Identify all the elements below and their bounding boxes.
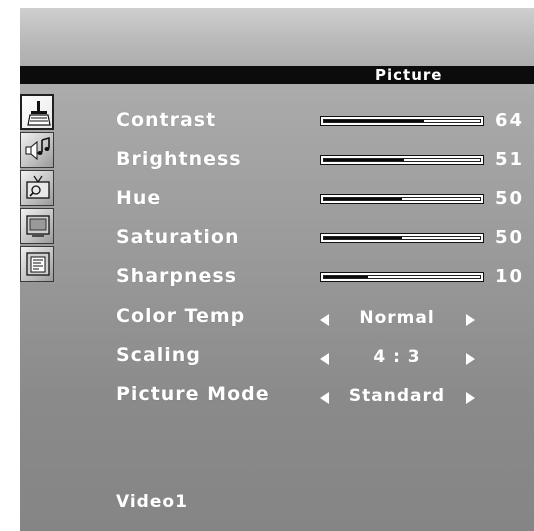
- sharpness-bar[interactable]: [320, 272, 484, 282]
- brightness-label: Brightness: [116, 148, 242, 170]
- tv-tuning-icon[interactable]: [20, 170, 54, 206]
- saturation-label: Saturation: [116, 226, 240, 248]
- hue-fill: [324, 198, 402, 200]
- picture-mode-value: Standard: [348, 386, 446, 406]
- osd-menu: Picture Contrast 64 Brightness 51 Hue 50…: [20, 8, 534, 531]
- color-temp-right-arrow-icon[interactable]: [466, 314, 475, 326]
- color-temp-left-arrow-icon[interactable]: [320, 314, 329, 326]
- scaling-value: 4 : 3: [373, 347, 421, 367]
- picture-mode-right-arrow-icon[interactable]: [466, 392, 475, 404]
- sharpness-fill: [324, 276, 368, 278]
- brightness-bar[interactable]: [320, 155, 484, 165]
- saturation-fill: [324, 237, 402, 239]
- contrast-bar[interactable]: [320, 116, 484, 126]
- picture-mode-label: Picture Mode: [116, 383, 270, 405]
- document-setup-icon[interactable]: [20, 246, 54, 282]
- contrast-label: Contrast: [116, 109, 217, 131]
- display-screen-icon[interactable]: [20, 208, 54, 244]
- sharpness-label: Sharpness: [116, 265, 238, 287]
- picture-brush-icon[interactable]: [20, 94, 54, 130]
- hue-value: 50: [495, 188, 525, 209]
- brightness-fill: [324, 159, 404, 161]
- menu-title: Picture: [375, 66, 443, 84]
- contrast-fill: [324, 120, 424, 122]
- picture-mode-left-arrow-icon[interactable]: [320, 392, 329, 404]
- saturation-value: 50: [495, 227, 525, 248]
- color-temp-value: Normal: [359, 308, 435, 328]
- hue-label: Hue: [116, 187, 162, 209]
- scaling-label: Scaling: [116, 344, 201, 366]
- scaling-left-arrow-icon[interactable]: [320, 353, 329, 365]
- scaling-right-arrow-icon[interactable]: [466, 353, 475, 365]
- audio-speaker-icon[interactable]: [20, 132, 54, 168]
- sharpness-value: 10: [495, 266, 525, 287]
- input-source-label: Video1: [116, 492, 188, 512]
- hue-bar[interactable]: [320, 194, 484, 204]
- color-temp-label: Color Temp: [116, 305, 246, 327]
- contrast-value: 64: [495, 110, 525, 131]
- menu-title-bar: Picture: [20, 66, 534, 84]
- brightness-value: 51: [495, 149, 525, 170]
- saturation-bar[interactable]: [320, 233, 484, 243]
